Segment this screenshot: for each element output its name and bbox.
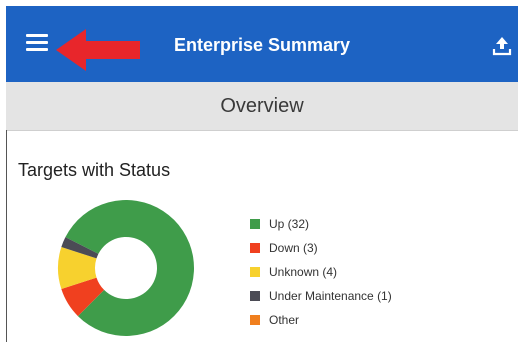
legend-item[interactable]: Other [250, 308, 392, 332]
upload-icon[interactable] [492, 36, 512, 56]
legend-label: Down (3) [269, 241, 318, 255]
legend-swatch [250, 315, 260, 325]
legend-item[interactable]: Unknown (4) [250, 260, 392, 284]
targets-section-title: Targets with Status [18, 160, 171, 180]
hamburger-menu-icon[interactable] [26, 34, 48, 52]
legend-label: Under Maintenance (1) [269, 289, 392, 303]
legend-label: Unknown (4) [269, 265, 338, 279]
overview-title: Overview [220, 95, 304, 117]
legend-item[interactable]: Up (32) [250, 212, 392, 236]
legend-item[interactable]: Down (3) [250, 236, 392, 260]
legend-swatch [250, 291, 260, 301]
legend-swatch [250, 243, 260, 253]
legend-swatch [250, 219, 260, 229]
legend-swatch [250, 267, 260, 277]
legend-item[interactable]: Under Maintenance (1) [250, 284, 392, 308]
targets-donut-chart[interactable] [56, 198, 196, 338]
legend-label: Other [269, 313, 300, 327]
annotation-arrow-icon [56, 29, 140, 71]
app-header: Enterprise Summary [6, 6, 518, 82]
app-screen: Enterprise Summary Overview Targets with… [6, 6, 518, 342]
legend-label: Up (32) [269, 217, 310, 231]
overview-bar: Overview [6, 82, 518, 131]
left-border [6, 130, 7, 342]
chart-legend: Up (32) Down (3) Unknown (4) Under Maintena… [250, 212, 392, 332]
